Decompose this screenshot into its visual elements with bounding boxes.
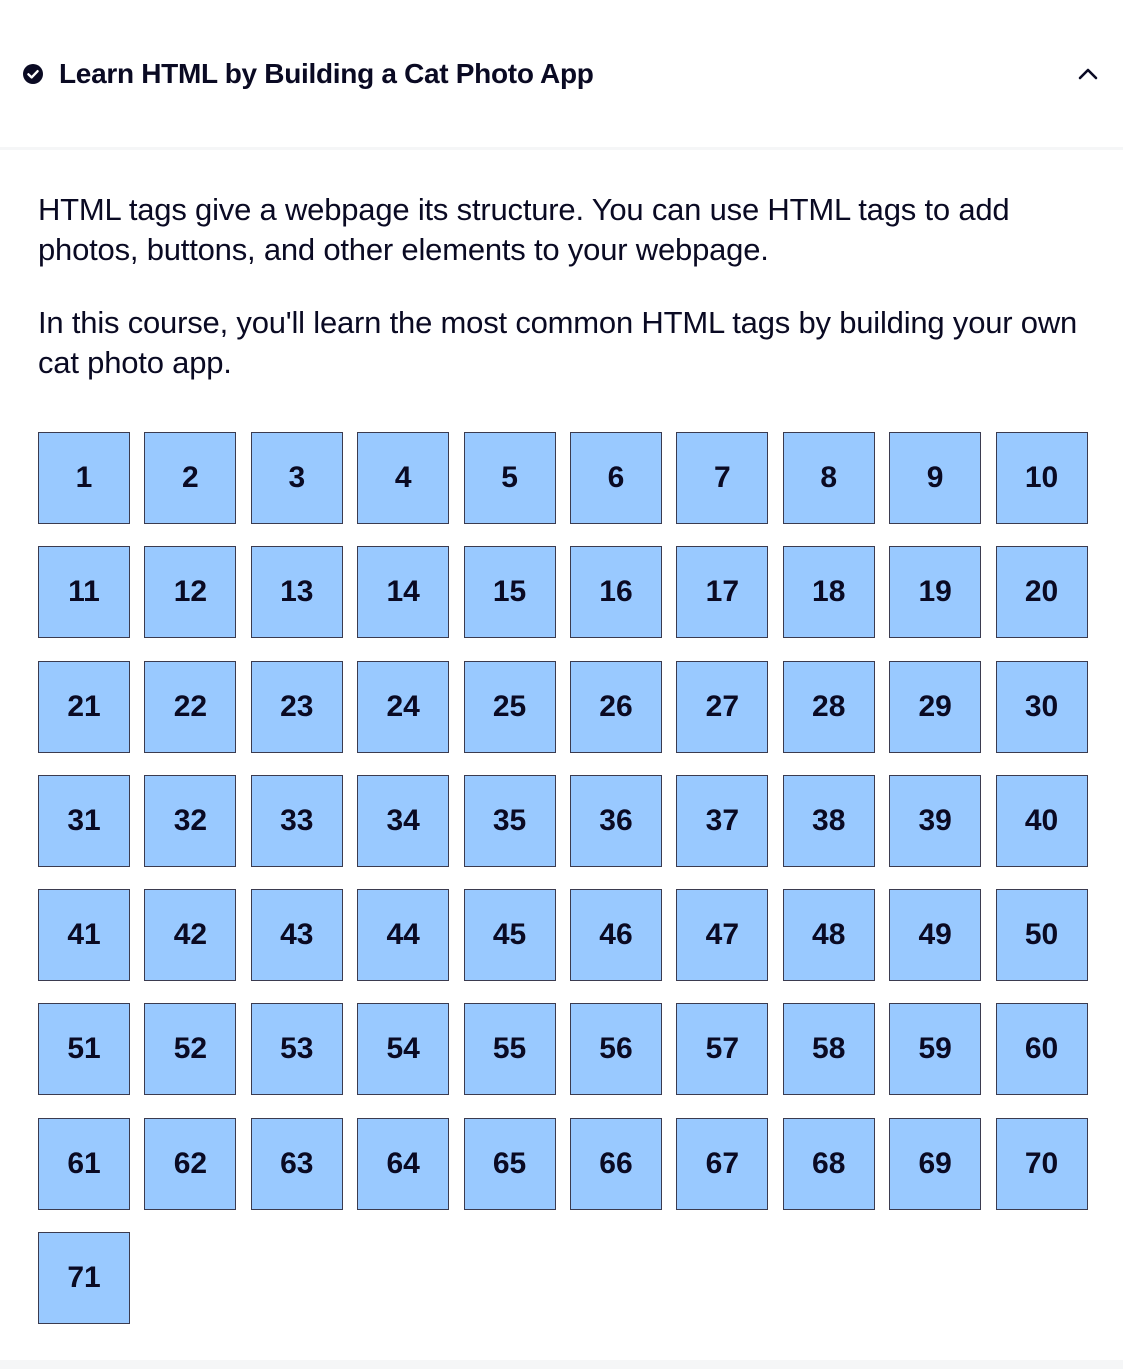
step-button[interactable]: 14 bbox=[357, 546, 450, 639]
step-button[interactable]: 64 bbox=[357, 1117, 450, 1210]
step-button[interactable]: 7 bbox=[676, 432, 769, 524]
step-button[interactable]: 27 bbox=[676, 660, 769, 753]
step-button[interactable]: 45 bbox=[463, 889, 556, 982]
step-button[interactable]: 25 bbox=[463, 660, 556, 753]
step-button[interactable]: 10 bbox=[995, 432, 1088, 524]
step-button[interactable]: 34 bbox=[357, 774, 450, 867]
step-button[interactable]: 11 bbox=[38, 546, 130, 639]
step-button[interactable]: 30 bbox=[995, 660, 1088, 753]
step-button[interactable]: 26 bbox=[569, 660, 662, 753]
step-button[interactable]: 70 bbox=[995, 1117, 1088, 1210]
step-button[interactable]: 50 bbox=[995, 889, 1088, 982]
step-button[interactable]: 61 bbox=[38, 1117, 130, 1210]
step-button[interactable]: 28 bbox=[782, 660, 875, 753]
step-button[interactable]: 36 bbox=[569, 774, 662, 867]
step-button[interactable]: 32 bbox=[144, 774, 237, 867]
step-button[interactable]: 9 bbox=[889, 432, 982, 524]
step-button[interactable]: 33 bbox=[250, 774, 343, 867]
step-button[interactable]: 49 bbox=[889, 889, 982, 982]
step-button[interactable]: 22 bbox=[144, 660, 237, 753]
step-button[interactable]: 44 bbox=[357, 889, 450, 982]
course-block: Learn HTML by Building a Cat Photo App H… bbox=[0, 0, 1123, 1369]
step-button[interactable]: 13 bbox=[250, 546, 343, 639]
step-button[interactable]: 62 bbox=[144, 1117, 237, 1210]
step-button[interactable]: 12 bbox=[144, 546, 237, 639]
divider bbox=[0, 1360, 1123, 1369]
step-button[interactable]: 59 bbox=[889, 1003, 982, 1096]
step-button[interactable]: 55 bbox=[463, 1003, 556, 1096]
step-button[interactable]: 54 bbox=[357, 1003, 450, 1096]
step-button[interactable]: 29 bbox=[889, 660, 982, 753]
intro-paragraph: HTML tags give a webpage its structure. … bbox=[38, 192, 1010, 267]
step-button[interactable]: 18 bbox=[782, 546, 875, 639]
step-button[interactable]: 21 bbox=[38, 660, 130, 753]
step-button[interactable]: 71 bbox=[38, 1232, 130, 1325]
step-button[interactable]: 39 bbox=[889, 774, 982, 867]
steps-grid: 1 2 3 4 5 6 7 8 9 10 11 12 13 14 15 16 17 18 19 20 21 22 23 24 2… bbox=[38, 432, 1088, 1325]
step-button[interactable]: 68 bbox=[782, 1117, 875, 1210]
step-button[interactable]: 31 bbox=[38, 774, 130, 867]
step-button[interactable]: 47 bbox=[676, 889, 769, 982]
step-button[interactable]: 5 bbox=[463, 432, 556, 524]
step-button[interactable]: 51 bbox=[38, 1003, 130, 1096]
step-button[interactable]: 16 bbox=[569, 546, 662, 639]
step-button[interactable]: 2 bbox=[144, 432, 237, 524]
step-button[interactable]: 19 bbox=[889, 546, 982, 639]
block-body: HTML tags give a webpage its structure. … bbox=[0, 150, 1123, 1325]
step-button[interactable]: 3 bbox=[250, 432, 343, 524]
step-button[interactable]: 53 bbox=[250, 1003, 343, 1096]
block-header-left: Learn HTML by Building a Cat Photo App bbox=[23, 58, 594, 90]
step-button[interactable]: 17 bbox=[676, 546, 769, 639]
step-button[interactable]: 41 bbox=[38, 889, 130, 982]
step-button[interactable]: 35 bbox=[463, 774, 556, 867]
step-button[interactable]: 42 bbox=[144, 889, 237, 982]
step-button[interactable]: 65 bbox=[463, 1117, 556, 1210]
step-button[interactable]: 1 bbox=[38, 432, 130, 524]
step-button[interactable]: 40 bbox=[995, 774, 1088, 867]
step-button[interactable]: 46 bbox=[569, 889, 662, 982]
step-button[interactable]: 20 bbox=[995, 546, 1088, 639]
step-button[interactable]: 52 bbox=[144, 1003, 237, 1096]
step-button[interactable]: 23 bbox=[250, 660, 343, 753]
step-button[interactable]: 56 bbox=[569, 1003, 662, 1096]
step-button[interactable]: 24 bbox=[357, 660, 450, 753]
intro-paragraph: In this course, you'll learn the most co… bbox=[38, 305, 1078, 380]
check-circle-icon bbox=[23, 63, 43, 84]
block-title: Learn HTML by Building a Cat Photo App bbox=[59, 57, 594, 89]
step-button[interactable]: 43 bbox=[250, 889, 343, 982]
step-button[interactable]: 63 bbox=[250, 1117, 343, 1210]
step-button[interactable]: 66 bbox=[569, 1117, 662, 1210]
block-header-toggle[interactable]: Learn HTML by Building a Cat Photo App bbox=[0, 0, 1123, 150]
step-button[interactable]: 57 bbox=[676, 1003, 769, 1096]
step-button[interactable]: 48 bbox=[782, 889, 875, 982]
chevron-up-icon[interactable] bbox=[1077, 63, 1099, 85]
step-button[interactable]: 58 bbox=[782, 1003, 875, 1096]
step-button[interactable]: 37 bbox=[676, 774, 769, 867]
step-button[interactable]: 6 bbox=[569, 432, 662, 524]
step-button[interactable]: 38 bbox=[782, 774, 875, 867]
step-button[interactable]: 8 bbox=[782, 432, 875, 524]
step-button[interactable]: 60 bbox=[995, 1003, 1088, 1096]
step-button[interactable]: 67 bbox=[676, 1117, 769, 1210]
step-button[interactable]: 4 bbox=[357, 432, 450, 524]
step-button[interactable]: 69 bbox=[889, 1117, 982, 1210]
step-button[interactable]: 15 bbox=[463, 546, 556, 639]
